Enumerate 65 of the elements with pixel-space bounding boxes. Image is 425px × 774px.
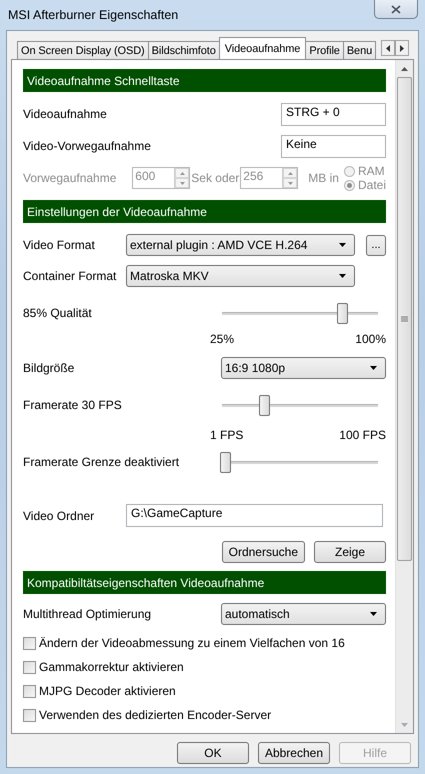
section-header: Kompatibiltätseigenschaften Videoaufnahme <box>23 571 386 594</box>
folder-field[interactable]: G:\GameCapture <box>126 504 383 527</box>
hotkey-field[interactable]: Keine <box>281 134 386 158</box>
field-label: Container Format <box>23 269 118 283</box>
left-arrow-icon <box>386 44 390 52</box>
checkbox-label: MJPG Decoder aktivieren <box>39 684 176 698</box>
scale-label: 100% <box>355 332 386 348</box>
tab[interactable]: Profile <box>305 41 344 59</box>
browse-button[interactable]: ... <box>366 234 386 256</box>
checkbox-label: Ändern der Videoabmessung zu einem Vielfachen von 16 <box>39 636 345 650</box>
field-label: Multithread Optimierung <box>23 607 152 621</box>
slider-thumb[interactable] <box>259 394 270 416</box>
down-arrow-icon[interactable] <box>288 182 293 184</box>
scale-label: 25% <box>210 332 234 348</box>
field-label: Video Format <box>23 238 96 252</box>
down-arrow-icon[interactable] <box>401 722 408 726</box>
checkbox-label: Gammakorrektur aktivieren <box>39 660 184 674</box>
dropdown[interactable]: Matroska MKV <box>126 265 355 287</box>
caret-icon <box>370 612 377 616</box>
dialog-button[interactable]: Abbrechen <box>258 742 330 764</box>
scale-label: 1 FPS <box>210 428 244 444</box>
caret-icon <box>339 274 346 278</box>
scrollbar[interactable] <box>395 60 413 733</box>
action-button[interactable]: Zeige <box>314 541 386 563</box>
dropdown[interactable]: external plugin : AMD VCE H.264 <box>126 234 355 256</box>
up-arrow-icon[interactable] <box>401 66 408 70</box>
slider-thumb[interactable] <box>337 302 348 324</box>
checkbox[interactable] <box>23 684 36 698</box>
field-label: Bildgröße <box>23 361 74 375</box>
section-header: Videoaufnahme Schnelltaste <box>23 69 386 92</box>
tab[interactable]: Benu <box>342 41 376 59</box>
scroll-right-button[interactable] <box>395 40 409 56</box>
hotkey-field[interactable]: STRG + 0 <box>281 102 386 126</box>
checkbox[interactable] <box>23 660 36 674</box>
scroll-left-button[interactable] <box>381 40 395 56</box>
grip-icon <box>401 316 408 322</box>
close-button[interactable] <box>374 0 418 19</box>
caret-icon <box>370 366 377 370</box>
tab[interactable]: Videoaufnahme <box>218 37 306 59</box>
unit-label: MB in <box>308 171 339 185</box>
action-button[interactable]: Ordnersuche <box>222 541 305 563</box>
checkbox[interactable] <box>23 708 36 722</box>
tab[interactable]: Bildschimfoto <box>148 41 220 59</box>
unit-label: Sek oder <box>191 171 240 185</box>
caret-icon <box>339 243 346 247</box>
field-label: Video-Vorwegaufnahme <box>23 139 151 153</box>
checkbox[interactable] <box>23 636 36 650</box>
close-icon <box>391 4 401 14</box>
field-label: Vorwegaufnahme <box>23 171 118 185</box>
right-arrow-icon <box>400 44 404 52</box>
dropdown[interactable]: automatisch <box>221 603 386 625</box>
slider-label: Framerate Grenze deaktiviert <box>23 455 180 469</box>
checkbox-label: Verwenden des dedizierten Encoder-Server <box>39 708 272 722</box>
field-label: Video Ordner <box>23 508 96 522</box>
slider-label: Framerate 30 FPS <box>23 398 122 412</box>
scale-label: 100 FPS <box>339 428 386 444</box>
dialog-button[interactable]: OK <box>176 742 249 764</box>
dropdown[interactable]: 16:9 1080p <box>221 357 386 379</box>
slider-thumb[interactable] <box>220 452 231 472</box>
down-arrow-icon[interactable] <box>180 182 185 184</box>
field-label: Videoaufnahme <box>23 107 107 121</box>
section-header: Einstellungen der Videoaufnahme <box>23 200 386 223</box>
tab[interactable]: On Screen Display (OSD) <box>17 41 149 59</box>
slider-label: 85% Qualität <box>23 306 92 320</box>
window-title: MSI Afterburner Eigenschaften <box>8 8 178 22</box>
